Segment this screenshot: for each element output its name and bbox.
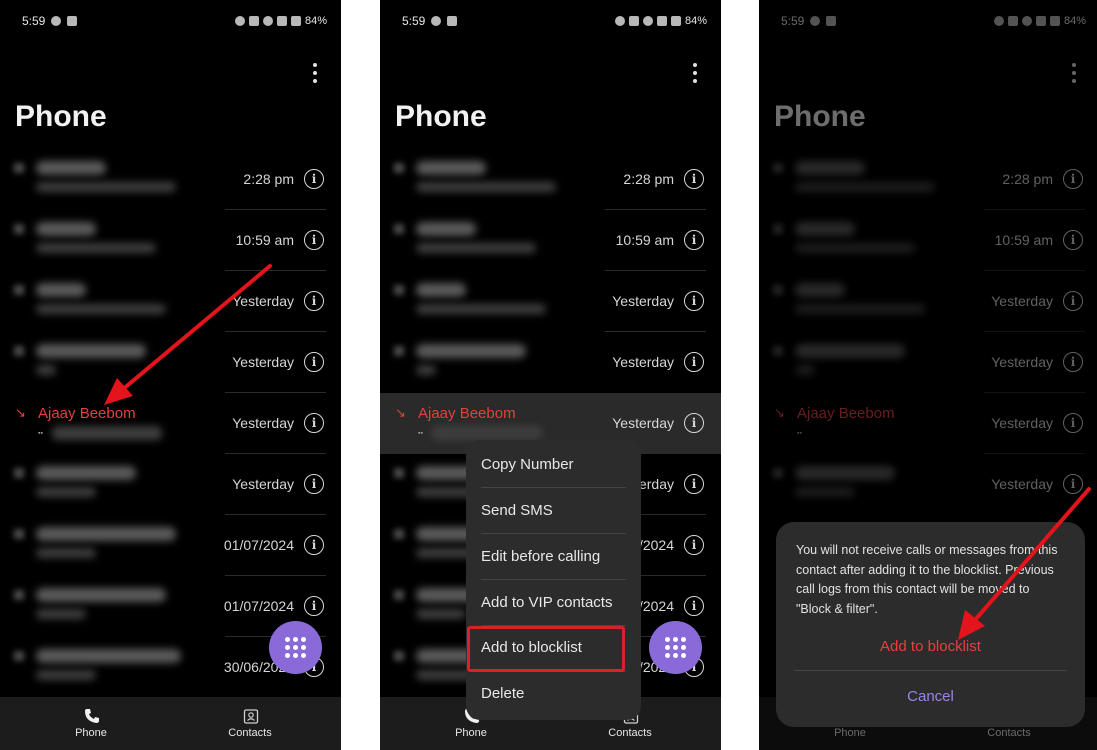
blocklist-dialog: You will not receive calls or messages f…: [776, 522, 1085, 727]
call-log-row-ajaay[interactable]: ↘ Ajaay Beebom ▪▪ Yesterday i: [0, 393, 341, 454]
dialog-message: You will not receive calls or messages f…: [796, 543, 1058, 616]
info-icon[interactable]: i: [304, 596, 324, 616]
info-icon[interactable]: i: [304, 169, 324, 189]
info-icon[interactable]: i: [304, 535, 324, 555]
info-icon[interactable]: i: [684, 596, 704, 616]
status-bar: 5:59 84%: [402, 12, 707, 30]
call-time: Yesterday: [232, 415, 294, 431]
menu-item-send-sms[interactable]: Send SMS: [481, 502, 553, 519]
info-icon[interactable]: i: [684, 291, 704, 311]
signal-icon: [276, 16, 287, 26]
info-icon[interactable]: i: [684, 413, 704, 433]
nav-phone-label: Phone: [75, 727, 107, 739]
dialpad-button[interactable]: [649, 621, 702, 674]
call-log-row[interactable]: Yesterday i: [0, 332, 341, 393]
status-bar: 5:59 84%: [22, 12, 327, 30]
battery-level: 84%: [684, 15, 707, 27]
call-time: 01/07/2024: [223, 537, 294, 553]
menu-item-edit-before-calling[interactable]: Edit before calling: [481, 548, 600, 565]
battery-icon: [670, 16, 681, 26]
status-time: 5:59: [22, 14, 46, 28]
contact-name: Ajaay Beebom: [418, 405, 516, 422]
battery-icon: [290, 16, 301, 26]
bluetooth-icon: [248, 16, 259, 26]
nav-phone[interactable]: Phone: [6, 697, 176, 750]
call-time: Yesterday: [232, 354, 294, 370]
info-icon[interactable]: i: [304, 474, 324, 494]
nav-contacts-label: Contacts: [608, 727, 652, 739]
more-options-icon[interactable]: [309, 63, 321, 83]
dialog-divider: [794, 670, 1067, 671]
whatsapp-icon: [51, 16, 62, 26]
bottom-nav: Phone Contacts: [0, 697, 341, 750]
missed-call-icon: ↘: [15, 405, 26, 420]
call-time: 10:59 am: [235, 232, 294, 248]
info-icon[interactable]: i: [304, 291, 324, 311]
call-log-row[interactable]: 01/07/2024 i: [0, 515, 341, 576]
call-time: 01/07/2024: [223, 598, 294, 614]
contacts-icon: [243, 709, 259, 724]
call-time: 2:28 pm: [623, 171, 674, 187]
phone-screen-call-log: 5:59 84% Phone 2:28 pm i 10:59 am i Yester…: [0, 0, 341, 750]
call-log-row[interactable]: 2:28 pm i: [380, 149, 721, 210]
menu-item-add-to-vip[interactable]: Add to VIP contacts: [481, 594, 612, 611]
info-icon[interactable]: i: [684, 474, 704, 494]
page-title: Phone: [395, 100, 487, 133]
battery-level: 84%: [304, 15, 327, 27]
info-icon[interactable]: i: [304, 413, 324, 433]
call-time: 2:28 pm: [243, 171, 294, 187]
highlight-box: [467, 626, 625, 672]
call-log-row[interactable]: 10:59 am i: [380, 210, 721, 271]
menu-item-copy-number[interactable]: Copy Number: [481, 456, 574, 473]
dialpad-button[interactable]: [269, 621, 322, 674]
wifi-icon: [262, 16, 273, 26]
context-menu: Copy Number Send SMS Edit before calling…: [466, 440, 641, 720]
info-icon[interactable]: i: [684, 352, 704, 372]
info-icon[interactable]: i: [304, 230, 324, 250]
bluetooth-icon: [628, 16, 639, 26]
menu-item-delete[interactable]: Delete: [481, 685, 524, 702]
info-icon[interactable]: i: [304, 352, 324, 372]
notification-icon: [447, 16, 458, 26]
info-icon[interactable]: i: [684, 169, 704, 189]
wifi-icon: [642, 16, 653, 26]
whatsapp-icon: [431, 16, 442, 26]
call-time: Yesterday: [232, 293, 294, 309]
call-log-row[interactable]: Yesterday i: [380, 332, 721, 393]
nav-phone-label: Phone: [455, 727, 487, 739]
call-log-row[interactable]: 10:59 am i: [0, 210, 341, 271]
call-log-row[interactable]: 2:28 pm i: [0, 149, 341, 210]
call-time: Yesterday: [612, 293, 674, 309]
cancel-button[interactable]: Cancel: [776, 688, 1085, 705]
call-log-row[interactable]: Yesterday i: [0, 271, 341, 332]
more-options-icon[interactable]: [689, 63, 701, 83]
missed-call-icon: ↘: [395, 405, 406, 420]
alarm-icon: [614, 16, 625, 26]
add-to-blocklist-button[interactable]: Add to blocklist: [776, 638, 1085, 655]
status-time: 5:59: [402, 14, 426, 28]
call-log-row[interactable]: Yesterday i: [380, 271, 721, 332]
sim-badge: ▪▪: [418, 430, 423, 437]
call-log-row[interactable]: Yesterday i: [0, 454, 341, 515]
alarm-icon: [234, 16, 245, 26]
info-icon[interactable]: i: [684, 535, 704, 555]
call-time: 10:59 am: [615, 232, 674, 248]
info-icon[interactable]: i: [684, 230, 704, 250]
call-time: Yesterday: [612, 415, 674, 431]
call-time: Yesterday: [612, 354, 674, 370]
call-time: Yesterday: [232, 476, 294, 492]
signal-icon: [656, 16, 667, 26]
phone-icon: [85, 709, 99, 723]
page-title: Phone: [15, 100, 107, 133]
nav-contacts[interactable]: Contacts: [165, 697, 335, 750]
contact-name: Ajaay Beebom: [38, 405, 136, 422]
sim-badge: ▪▪: [38, 430, 43, 437]
nav-contacts-label: Contacts: [228, 727, 272, 739]
notification-icon: [67, 16, 78, 26]
